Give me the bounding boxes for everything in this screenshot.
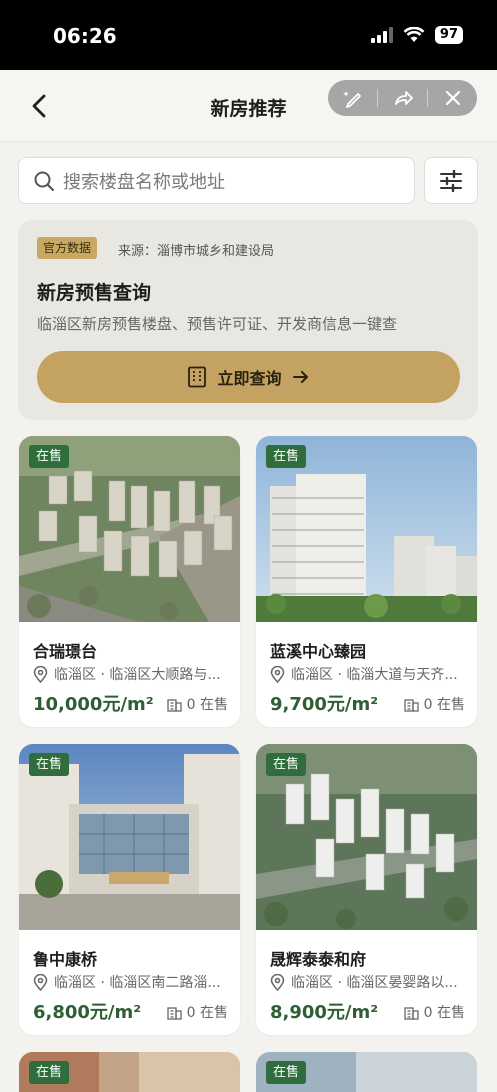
battery-icon: 97 bbox=[434, 26, 463, 44]
on-sale-badge: 在售 bbox=[29, 1061, 70, 1084]
listing-card[interactable]: 在售 合瑞璟台 临淄区 · 临淄区大顺路与... 10,000元/m² 0 在售 bbox=[19, 436, 240, 727]
search-input[interactable]: 搜索楼盘名称或地址 bbox=[18, 157, 415, 204]
on-sale-badge: 在售 bbox=[29, 445, 70, 468]
building-icon bbox=[166, 1006, 182, 1020]
building-icon bbox=[166, 698, 182, 712]
on-sale-count: 0 在售 bbox=[403, 1002, 465, 1022]
presale-description: 临淄区新房预售楼盘、预售许可证、开发商信息一键查 bbox=[37, 315, 398, 333]
location-pin-icon bbox=[33, 665, 48, 683]
search-placeholder: 搜索楼盘名称或地址 bbox=[63, 171, 225, 193]
listing-name: 鲁中康桥 bbox=[33, 950, 98, 969]
on-sale-badge: 在售 bbox=[266, 1061, 307, 1084]
nav-bar: 新房推荐 bbox=[0, 70, 497, 142]
on-sale-count: 0 在售 bbox=[403, 694, 465, 714]
on-sale-badge: 在售 bbox=[266, 445, 307, 468]
status-time: 06:26 bbox=[53, 24, 117, 48]
listing-name: 蓝溪中心臻园 bbox=[270, 642, 367, 661]
listing-card[interactable]: 在售 晟辉泰泰和府 临淄区 · 临淄区晏婴路以... 8,900元/m² 0 在… bbox=[256, 744, 477, 1035]
location-pin-icon bbox=[270, 665, 285, 683]
status-icons: 97 bbox=[370, 26, 463, 44]
listing-card[interactable]: 在售 鲁中康桥 临淄区 · 临淄区南二路淄... 6,800元/m² 0 在售 bbox=[19, 744, 240, 1035]
presale-query-card: 官方数据 来源：淄博市城乡和建设局 新房预售查询 临淄区新房预售楼盘、预售许可证… bbox=[18, 220, 478, 420]
filter-sliders-icon bbox=[440, 169, 462, 192]
listing-address: 临淄区 · 临淄区大顺路与... bbox=[33, 664, 233, 684]
building-icon bbox=[188, 366, 207, 388]
edit-button[interactable] bbox=[328, 80, 377, 116]
presale-title: 新房预售查询 bbox=[37, 282, 152, 304]
listing-card[interactable]: 在售 bbox=[256, 1052, 477, 1092]
filter-button[interactable] bbox=[424, 157, 478, 204]
listing-card[interactable]: 在售 蓝溪中心臻园 临淄区 · 临淄大道与天齐... 9,700元/m² 0 在… bbox=[256, 436, 477, 727]
magic-pen-icon bbox=[342, 91, 361, 108]
share-icon bbox=[394, 91, 413, 105]
wifi-icon bbox=[403, 27, 425, 42]
on-sale-badge: 在售 bbox=[29, 753, 70, 776]
query-now-button[interactable]: 立即查询 bbox=[37, 351, 460, 403]
search-icon bbox=[34, 171, 55, 191]
query-now-label: 立即查询 bbox=[217, 369, 282, 388]
listing-price: 6,800元/m² bbox=[33, 1002, 142, 1023]
listing-price: 10,000元/m² bbox=[33, 694, 154, 715]
listing-price: 8,900元/m² bbox=[270, 1002, 379, 1023]
on-sale-count: 0 在售 bbox=[166, 1002, 228, 1022]
mini-program-capsule bbox=[328, 80, 477, 116]
close-button[interactable] bbox=[428, 80, 477, 116]
location-pin-icon bbox=[33, 973, 48, 991]
arrow-right-icon bbox=[292, 371, 308, 383]
share-button[interactable] bbox=[378, 80, 427, 116]
location-pin-icon bbox=[270, 973, 285, 991]
listing-address: 临淄区 · 临淄大道与天齐... bbox=[270, 664, 470, 684]
status-bar: 06:26 97 bbox=[0, 0, 497, 70]
listing-address: 临淄区 · 临淄区南二路淄... bbox=[33, 972, 233, 992]
on-sale-count: 0 在售 bbox=[166, 694, 228, 714]
on-sale-badge: 在售 bbox=[266, 753, 307, 776]
listing-name: 晟辉泰泰和府 bbox=[270, 950, 367, 969]
building-icon bbox=[403, 1006, 419, 1020]
listing-price: 9,700元/m² bbox=[270, 694, 379, 715]
listing-name: 合瑞璟台 bbox=[33, 642, 98, 661]
signal-icon bbox=[370, 27, 393, 43]
data-source: 来源：淄博市城乡和建设局 bbox=[118, 244, 275, 259]
listing-address: 临淄区 · 临淄区晏婴路以... bbox=[270, 972, 470, 992]
official-data-badge: 官方数据 bbox=[37, 237, 98, 259]
building-icon bbox=[403, 698, 419, 712]
listing-card[interactable]: 在售 bbox=[19, 1052, 240, 1092]
close-icon bbox=[445, 90, 460, 106]
